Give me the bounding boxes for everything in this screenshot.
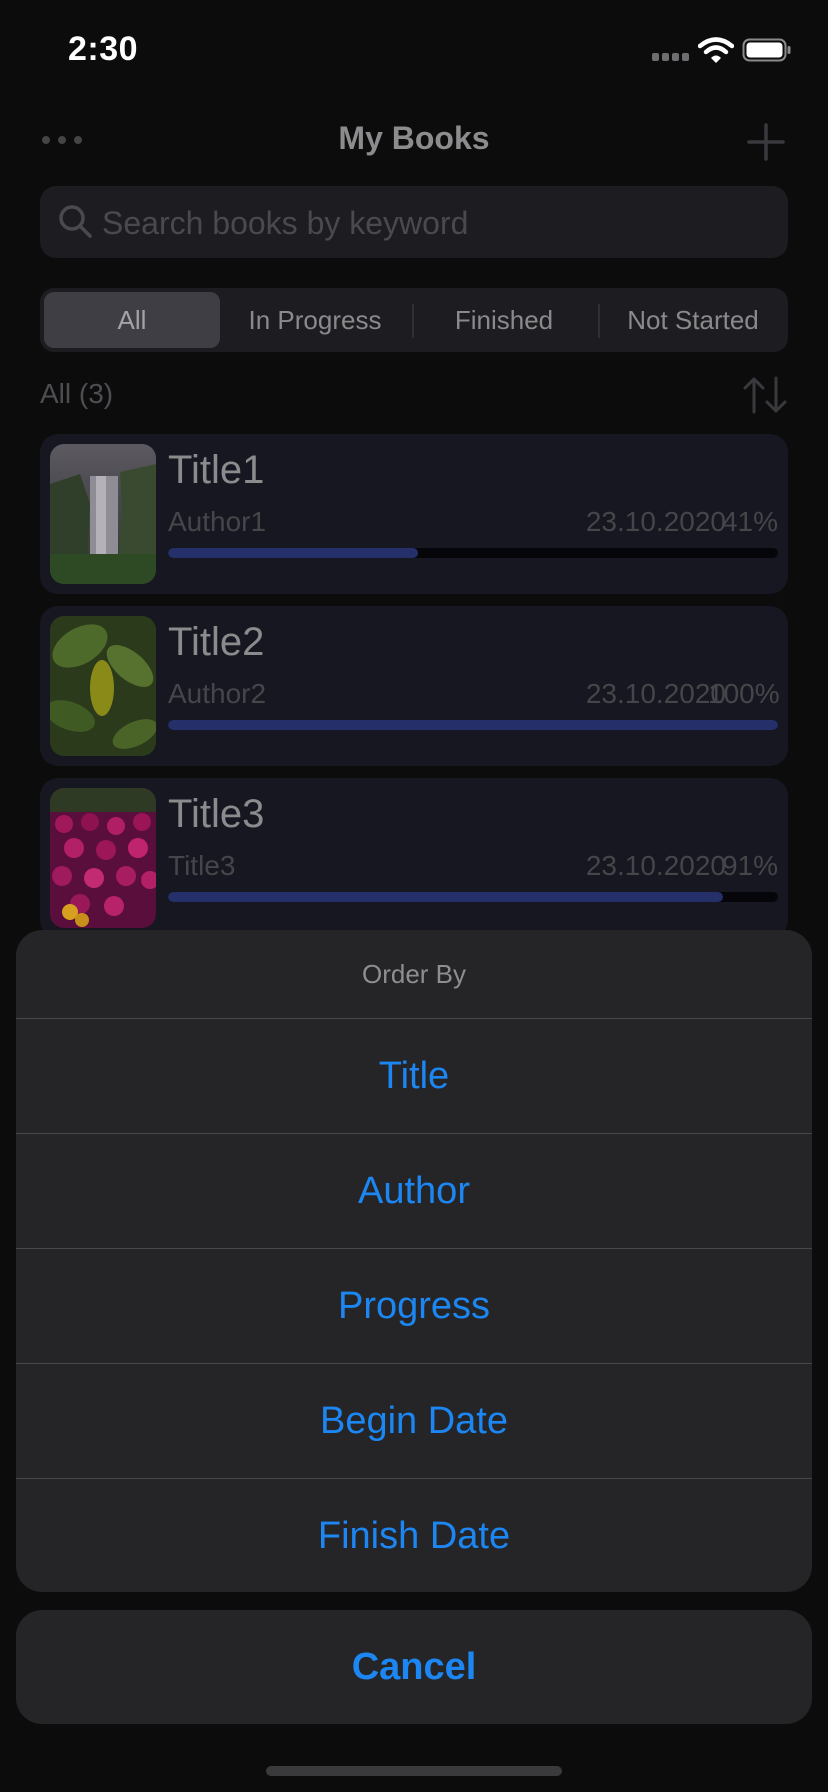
book-date: 23.10.2020 [585,506,726,537]
book-cover-image [50,788,156,928]
order-by-title-option[interactable]: Title [16,1018,812,1133]
status-bar: 2:30 [0,0,828,100]
book-card[interactable]: Title1 Author1 23.10.2020 41% [40,434,788,594]
status-time: 2:30 [68,30,139,68]
book-author: Title3 [168,850,236,881]
book-card[interactable]: Title2 Author2 23.10.2020 100% [40,606,788,766]
book-date: 23.10.2020 [585,678,726,709]
progress-bar [168,892,778,902]
book-cover-image [50,444,156,584]
search-input[interactable] [100,186,764,260]
tab-finished[interactable]: Finished [414,292,594,348]
book-progress-label: 41% [721,506,778,537]
wifi-icon [698,37,734,63]
order-by-author-option[interactable]: Author [16,1133,812,1248]
book-author: Author1 [168,506,267,537]
order-by-progress-option[interactable]: Progress [16,1248,812,1363]
order-by-finish-date-option[interactable]: Finish Date [16,1478,812,1592]
order-by-begin-date-option[interactable]: Begin Date [16,1363,812,1478]
book-title: Title2 [168,620,265,664]
search-bar[interactable] [40,186,788,260]
progress-bar [168,548,778,558]
progress-bar [168,720,778,730]
book-progress-label: 91% [721,850,778,881]
action-sheet-title: Order By [361,959,467,989]
search-icon [59,205,92,238]
book-date: 23.10.2020 [585,850,726,881]
list-count-label: All (3) [40,378,114,409]
progress-fill [168,720,778,730]
tab-in-progress[interactable]: In Progress [224,292,406,348]
book-card[interactable]: Title3 Title3 23.10.2020 91% [40,778,788,938]
book-cover-image [50,616,156,756]
progress-fill [168,892,724,902]
progress-fill [168,548,419,558]
sort-icon[interactable] [742,376,788,414]
signal-icon [652,53,692,63]
book-title: Title3 [168,792,265,836]
battery-icon [742,38,791,62]
cancel-button[interactable]: Cancel [16,1610,812,1724]
page-title: My Books [338,120,490,156]
book-author: Author2 [168,678,267,709]
filter-segmented-control: All In Progress Finished Not Started [40,288,788,352]
add-icon[interactable] [746,122,786,162]
book-title: Title1 [168,448,265,492]
home-indicator[interactable] [266,1766,562,1776]
tab-not-started[interactable]: Not Started [600,292,786,348]
book-progress-label: 100% [708,678,780,709]
tab-all[interactable]: All [44,292,220,348]
screen: 2:30 My Books All In Progress [0,0,828,1792]
order-by-action-sheet: Order By Title Author Progress Begin Dat… [16,930,812,1592]
